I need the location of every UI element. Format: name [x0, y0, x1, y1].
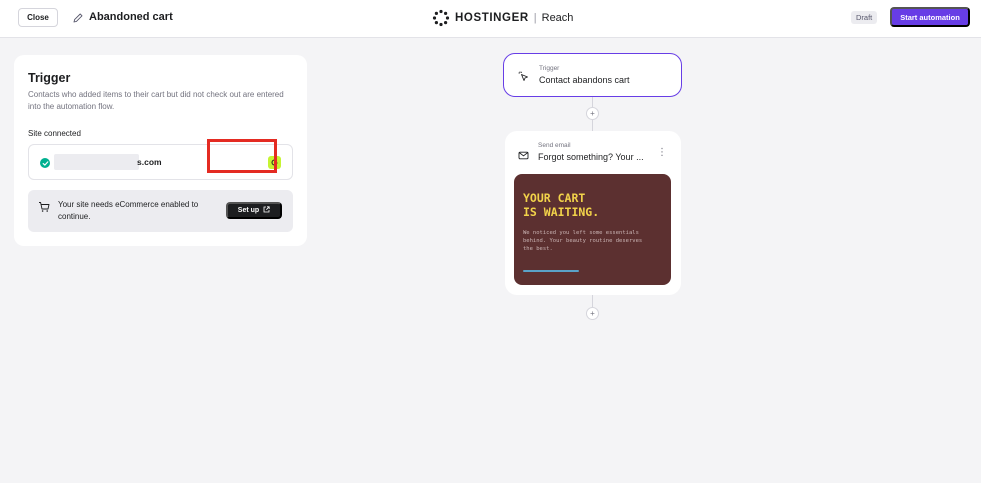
connector-line [592, 120, 593, 131]
email-node-label: Send email [538, 142, 571, 149]
set-up-button[interactable]: Set up [226, 202, 282, 219]
email-preview-button-line [523, 270, 579, 272]
email-preview-body: We noticed you left some essentials behi… [523, 230, 643, 252]
status-badge: Draft [851, 11, 878, 24]
trigger-node[interactable]: Trigger Contact abandons cart [503, 53, 682, 97]
cart-icon [38, 200, 50, 212]
brand-product: Reach [541, 12, 574, 24]
close-button[interactable]: Close [18, 8, 58, 27]
site-domain: s.com [137, 157, 162, 167]
hostinger-logo-icon [432, 9, 450, 27]
panel-title: Trigger [28, 71, 71, 85]
external-link-icon [263, 206, 270, 215]
check-circle-icon [40, 158, 50, 168]
brand-name: HOSTINGER [455, 12, 529, 24]
trigger-node-label: Trigger [539, 65, 560, 72]
set-up-label: Set up [237, 207, 260, 214]
cursor-click-icon [518, 69, 529, 81]
email-preview[interactable]: YOUR CART IS WAITING. We noticed you lef… [514, 174, 671, 285]
top-bar: Close Abandoned cart HOSTINGER | Reach D… [0, 0, 981, 38]
send-email-node[interactable]: Send email Forgot something? Your ... ⋮ … [505, 131, 681, 295]
redacted-domain [54, 154, 139, 170]
mail-icon [518, 148, 529, 160]
more-options-icon[interactable]: ⋮ [657, 148, 667, 158]
ecommerce-notice: Your site needs eCommerce enabled to con… [28, 190, 293, 232]
add-step-button[interactable]: + [586, 307, 599, 320]
ecommerce-notice-text: Your site needs eCommerce enabled to con… [58, 200, 199, 221]
connector-line [592, 295, 593, 307]
add-step-button[interactable]: + [586, 107, 599, 120]
pencil-icon[interactable] [72, 11, 84, 23]
site-connected-label: Site connected [28, 129, 81, 138]
brand: HOSTINGER | Reach [432, 9, 573, 27]
highlight-annotation [207, 139, 277, 173]
trigger-node-title: Contact abandons cart [539, 75, 630, 85]
panel-description: Contacts who added items to their cart b… [28, 90, 284, 111]
automation-title[interactable]: Abandoned cart [89, 11, 173, 23]
connector-line [592, 97, 593, 107]
email-preview-heading: YOUR CART IS WAITING. [523, 191, 600, 219]
brand-separator: | [533, 12, 537, 24]
email-node-title: Forgot something? Your ... [538, 152, 644, 162]
start-automation-button[interactable]: Start automation [890, 7, 970, 27]
